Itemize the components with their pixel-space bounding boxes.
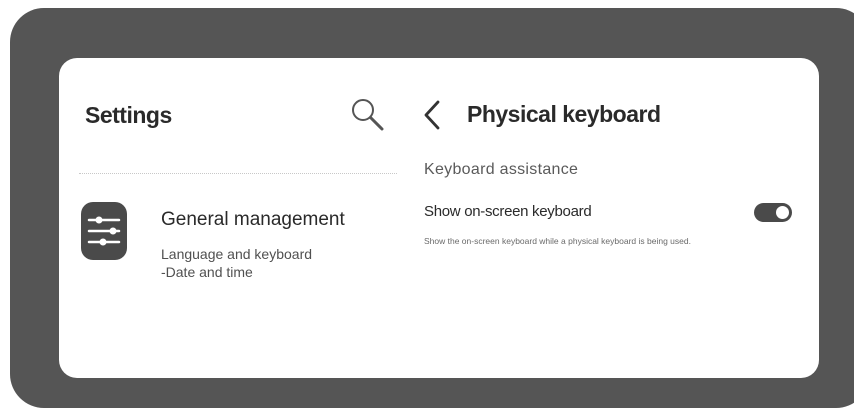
chevron-left-icon[interactable] [421,98,443,132]
toggle-knob [775,205,790,220]
section-header: Keyboard assistance [424,161,579,178]
divider [79,173,397,174]
menu-item-subtitle-line: -Date and time [161,264,253,280]
menu-item-subtitle-line: Language and keyboard [161,246,313,262]
settings-title: Settings [85,102,172,128]
setting-row-show-onscreen-keyboard[interactable]: Show on-screen keyboard Show the on-scre… [424,198,792,268]
detail-pane: Physical keyboard Keyboard assistance Sh… [411,58,819,378]
menu-item-subtitle: Language and keyboard -Date and time [161,245,312,281]
setting-label: Show on-screen keyboard [424,203,592,220]
page-title: Physical keyboard [467,101,661,127]
search-icon[interactable] [349,96,385,132]
menu-item-general-management[interactable]: General management Language and keyboard… [81,198,397,288]
menu-item-title: General management [161,209,345,230]
show-onscreen-keyboard-toggle[interactable] [754,203,792,222]
settings-screen: Settings General management Language and… [59,58,819,378]
settings-pane: Settings General management Language and… [59,58,397,378]
sliders-icon [81,202,127,260]
setting-description: Show the on-screen keyboard while a phys… [424,236,691,246]
